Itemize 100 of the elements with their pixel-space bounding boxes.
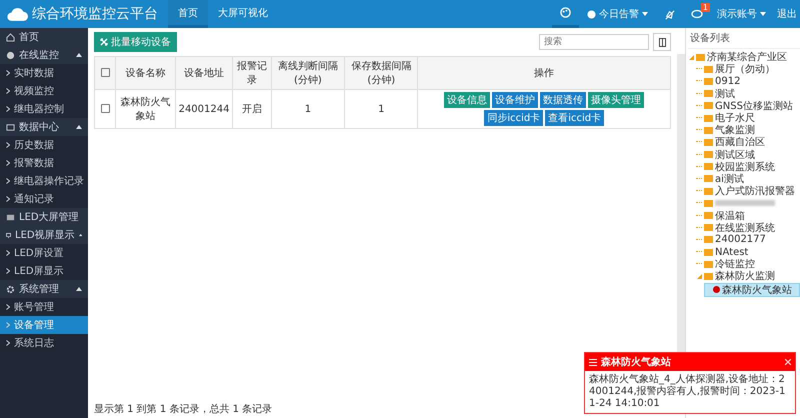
action-button[interactable]: 查看iccid卡 xyxy=(545,110,604,126)
globe-icon xyxy=(586,10,596,18)
sidebar-item[interactable]: 通知记录 xyxy=(0,190,88,208)
tree-line-icon xyxy=(696,90,702,94)
device-node[interactable]: 森林防火气象站 xyxy=(704,282,800,297)
action-button[interactable]: 设备维护 xyxy=(492,92,538,108)
sidebar-item[interactable]: 视频监控 xyxy=(0,82,88,100)
tree-node-label: 济南某综合产业区 xyxy=(707,50,787,64)
tree-node[interactable]: 森林防火监测 xyxy=(696,270,800,283)
tree-node[interactable]: 0912 xyxy=(696,75,800,88)
tree-node-label: 在线监测系统 xyxy=(715,222,775,234)
columns-button[interactable] xyxy=(653,33,671,51)
column-header: 设备名称 xyxy=(116,56,176,90)
sidebar-group[interactable]: 在线监控 xyxy=(0,46,88,64)
action-button[interactable]: 设备信息 xyxy=(444,92,490,108)
sidebar-item[interactable]: 设备管理 xyxy=(0,316,88,334)
table-cell: 24001244 xyxy=(175,90,233,128)
columns-icon xyxy=(658,38,666,46)
palette-icon[interactable] xyxy=(560,7,571,18)
sidebar-item[interactable]: 继电器控制 xyxy=(0,100,88,118)
sidebar-item[interactable]: 系统日志 xyxy=(0,334,88,352)
sidebar-item-label: LED屏设置 xyxy=(14,246,64,260)
sidebar-item-label: 继电器控制 xyxy=(14,102,64,116)
tree-node-label: 测试区域 xyxy=(715,148,755,162)
tree-node[interactable]: 测试区域 xyxy=(696,148,800,161)
globe-icon xyxy=(6,50,15,60)
table-cell: 1 xyxy=(344,90,418,128)
tree-node-label: NAtest xyxy=(715,246,748,258)
mute-icon[interactable] xyxy=(664,8,675,20)
caret-icon xyxy=(76,287,82,291)
nav-tab[interactable]: 首页 xyxy=(168,0,208,28)
table-cell: 森林防火气象站 xyxy=(116,90,176,128)
tree-node-label: 测试 xyxy=(715,88,735,101)
sidebar-item[interactable]: 历史数据 xyxy=(0,136,88,154)
tree-node-label: 气象监测 xyxy=(715,124,755,136)
sidebar-item-label: 历史数据 xyxy=(14,138,54,152)
chevron-icon xyxy=(6,70,10,76)
led-screen-icon xyxy=(6,212,15,222)
tree-node[interactable]: 电子水尺 xyxy=(696,112,800,124)
sidebar-group[interactable]: 首页 xyxy=(0,28,88,46)
alarm-menu[interactable]: 今日告警 xyxy=(596,7,642,21)
tree-line-icon xyxy=(696,152,702,155)
caret-icon xyxy=(642,12,648,16)
chevron-icon xyxy=(6,106,10,112)
sidebar-item[interactable]: 继电器操作记录 xyxy=(0,172,88,190)
home-icon xyxy=(6,32,15,42)
sidebar-group[interactable]: 系统管理 xyxy=(0,280,88,298)
logout-link[interactable]: 退出 xyxy=(774,7,800,21)
action-button[interactable]: 同步iccid卡 xyxy=(484,110,544,126)
tree-line-icon xyxy=(696,176,702,179)
tree-node[interactable]: ai测试 xyxy=(696,172,800,186)
chevron-icon xyxy=(6,178,10,184)
action-button[interactable]: 数据透传 xyxy=(540,92,586,108)
popup-title: 森林防火气象站 xyxy=(601,356,671,369)
tree-node-label: 保温箱 xyxy=(715,210,745,222)
chevron-icon xyxy=(6,88,10,94)
account-menu[interactable]: 演示账号 xyxy=(714,7,760,21)
tree-node-label: 24002177 xyxy=(715,234,766,246)
panel-title: 设备列表 xyxy=(688,28,800,49)
sidebar-item[interactable]: LED屏显示 xyxy=(0,262,88,280)
caret-icon xyxy=(76,125,82,129)
tree-line-icon xyxy=(696,188,702,192)
sidebar-group-label: 在线监控 xyxy=(19,48,60,62)
sidebar-group[interactable]: LED大屏管理 xyxy=(0,208,88,226)
chevron-icon xyxy=(6,142,10,148)
tree-line-icon xyxy=(696,115,702,118)
tree-line-icon xyxy=(696,78,702,82)
tree-node[interactable]: 入户式防汛报警器 xyxy=(696,185,800,198)
tree-node[interactable]: 24002177 xyxy=(696,234,800,246)
action-button[interactable]: 摄像头管理 xyxy=(588,92,644,108)
tree-node[interactable]: GNSS位移监测站 xyxy=(696,100,800,112)
select-all-checkbox[interactable] xyxy=(100,68,110,78)
sidebar-item[interactable]: 报警数据 xyxy=(0,154,88,172)
chevron-icon xyxy=(6,340,10,346)
sidebar-item-label: LED屏显示 xyxy=(14,265,64,278)
sidebar-item[interactable]: 实时数据 xyxy=(0,64,88,82)
tree-node[interactable]: 济南某综合产业区 xyxy=(688,51,800,64)
search-field[interactable]: 搜索 xyxy=(539,34,649,50)
sidebar-item[interactable]: 账号管理 xyxy=(0,298,88,316)
sidebar-group[interactable]: LED视屏显示 xyxy=(0,226,88,244)
tree-node[interactable]: NAtest xyxy=(696,246,800,258)
tree-node[interactable]: 在线监测系统 xyxy=(696,222,800,234)
tree-node[interactable]: 气象监测 xyxy=(696,124,800,136)
row-checkbox[interactable] xyxy=(100,104,110,114)
tree-node[interactable]: 测试 xyxy=(696,88,800,100)
tree-node-label: 电子水尺 xyxy=(715,112,755,124)
tree-node[interactable]: 保温箱 xyxy=(696,209,800,222)
tree-node[interactable]: 冷链监控 xyxy=(696,258,800,270)
message-icon[interactable] xyxy=(690,8,703,20)
sidebar-item-label: 视频监控 xyxy=(14,84,54,98)
batch-move-button[interactable]: 批量移动设备 xyxy=(94,32,177,52)
caret-icon xyxy=(76,53,82,57)
tree-node[interactable]: 校园监测系统 xyxy=(696,160,800,173)
tree-node[interactable]: 西藏自治区 xyxy=(696,136,800,148)
sidebar-item[interactable]: LED屏设置 xyxy=(0,244,88,262)
tree-node[interactable]: 展厅（勿动） xyxy=(696,63,800,76)
nav-tab[interactable]: 大屏可视化 xyxy=(208,0,278,28)
close-icon[interactable] xyxy=(785,359,791,365)
tree-node-label: 入户式防汛报警器 xyxy=(715,184,795,198)
sidebar-group[interactable]: 数据中心 xyxy=(0,118,88,136)
